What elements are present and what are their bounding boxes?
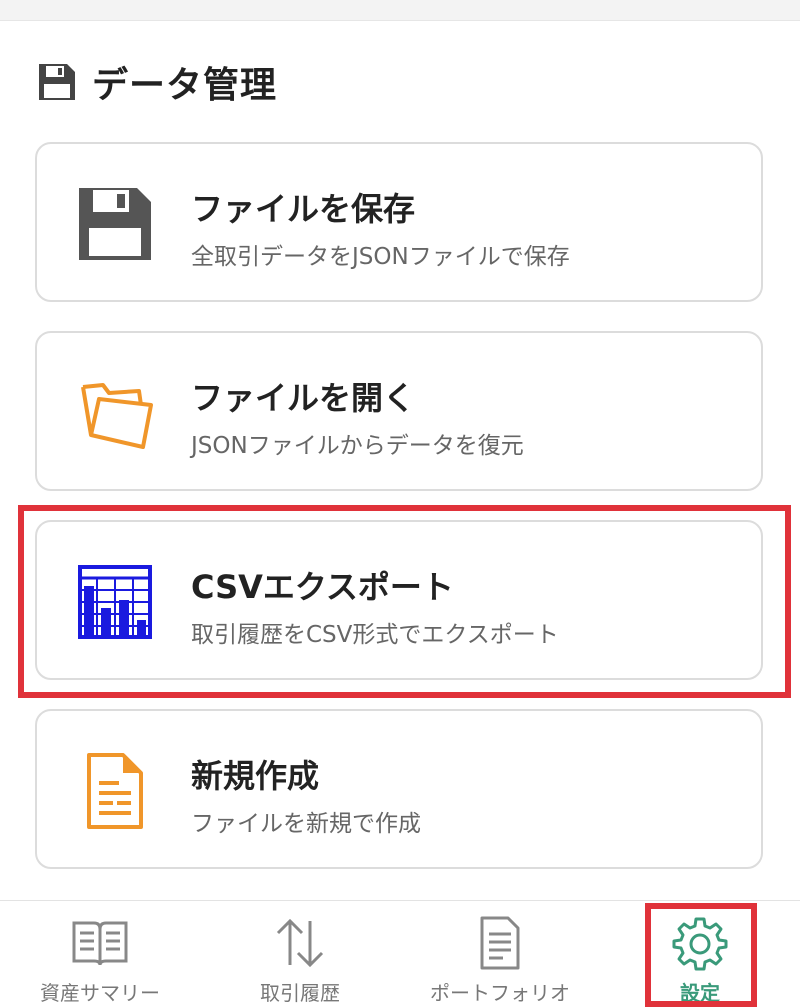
nav-label: ポートフォリオ	[430, 981, 570, 1005]
document-icon	[470, 915, 530, 971]
document-icon	[77, 751, 153, 831]
floppy-disk-icon	[77, 184, 153, 264]
card-title: ファイルを保存	[191, 190, 416, 228]
section-title: データ管理	[92, 65, 278, 106]
nav-item-transaction-history[interactable]: 取引履歴	[200, 901, 400, 1008]
up-down-arrows-icon	[270, 915, 330, 971]
nav-item-portfolio[interactable]: ポートフォリオ	[400, 901, 600, 1008]
gear-icon	[670, 915, 730, 971]
book-icon	[70, 915, 130, 971]
save-file-button[interactable]: ファイルを保存 全取引データをJSONファイルで保存	[35, 142, 763, 302]
card-description: 取引履歴をCSV形式でエクスポート	[191, 622, 559, 648]
bar-chart-table-icon	[77, 562, 153, 642]
card-title: CSVエクスポート	[191, 568, 454, 606]
card-title: 新規作成	[191, 757, 320, 795]
new-file-button[interactable]: 新規作成 ファイルを新規で作成	[35, 709, 763, 869]
nav-label: 資産サマリー	[40, 981, 160, 1005]
card-title: ファイルを開く	[191, 379, 416, 417]
nav-item-settings[interactable]: 設定	[600, 901, 800, 1008]
floppy-disk-icon	[36, 61, 78, 103]
nav-label: 設定	[680, 981, 720, 1005]
card-description: 全取引データをJSONファイルで保存	[191, 244, 570, 270]
csv-export-button[interactable]: CSVエクスポート 取引履歴をCSV形式でエクスポート	[35, 520, 763, 680]
top-status-strip	[0, 0, 800, 21]
nav-item-asset-summary[interactable]: 資産サマリー	[0, 901, 200, 1008]
open-file-button[interactable]: ファイルを開く JSONファイルからデータを復元	[35, 331, 763, 491]
card-description: JSONファイルからデータを復元	[191, 433, 524, 459]
section-header: データ管理	[36, 58, 277, 106]
card-description: ファイルを新規で作成	[191, 811, 421, 837]
bottom-navigation: 資産サマリー 取引履歴 ポートフォリオ 設定	[0, 900, 800, 1008]
nav-label: 取引履歴	[260, 981, 340, 1005]
open-folder-icon	[77, 373, 153, 453]
